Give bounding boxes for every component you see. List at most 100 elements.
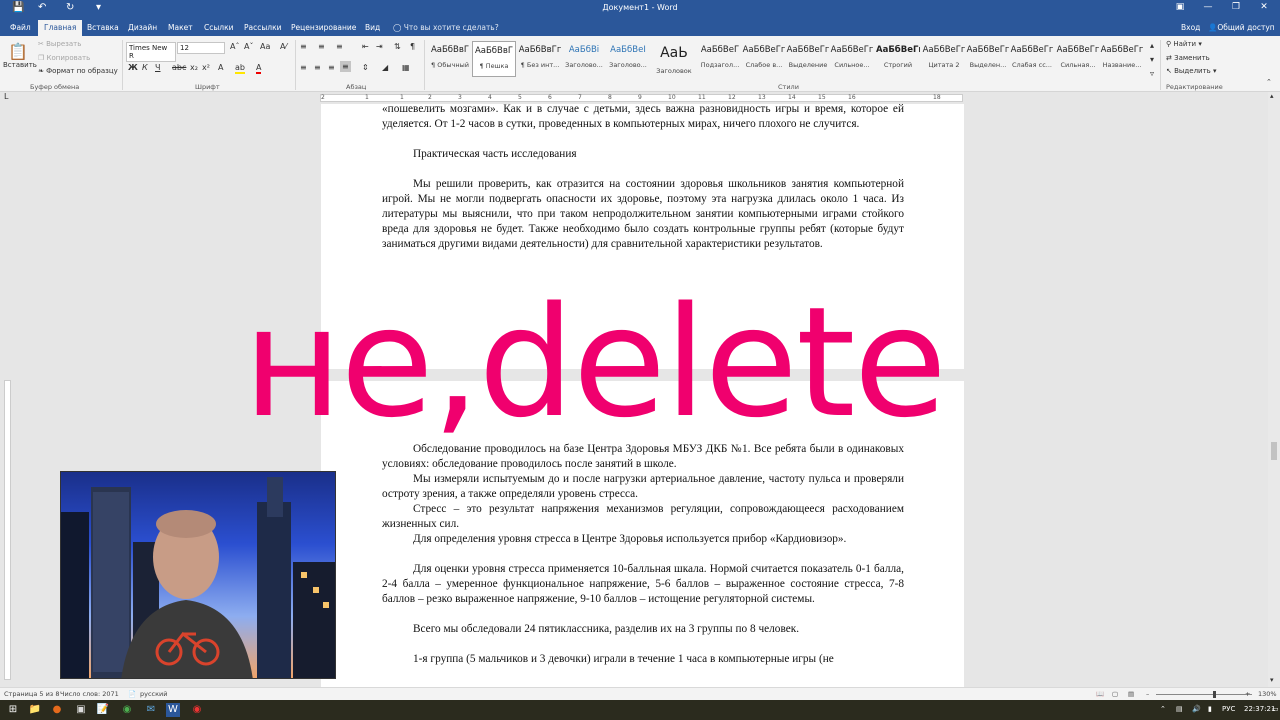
justify-icon[interactable]: ≡ <box>340 61 351 72</box>
tab-review[interactable]: Рецензирование <box>291 23 356 32</box>
style-item[interactable]: АаБбВеГг Выделен... <box>966 41 1010 77</box>
zoom-slider-thumb[interactable] <box>1213 691 1216 698</box>
style-item[interactable]: АаБбВвГ ¶ Пешка <box>472 41 516 77</box>
style-item[interactable]: АаБбВеГг Слабое в... <box>742 41 786 77</box>
zoom-level[interactable]: 130% <box>1258 690 1277 698</box>
bold-icon[interactable]: Ж <box>128 63 138 72</box>
paste-button[interactable]: Вставить <box>3 61 37 69</box>
ribbon-display-icon[interactable]: ▣ <box>1170 2 1190 12</box>
tell-me-search[interactable]: ◯ Что вы хотите сделать? <box>393 23 499 32</box>
horizontal-ruler[interactable]: 2 1 1 2 3 4 5 6 7 8 9 10 11 12 13 14 15 16 18 <box>320 94 963 102</box>
shading-icon[interactable]: ◢ <box>382 63 388 72</box>
windows-start-icon[interactable]: ⊞ <box>6 703 20 717</box>
zoom-out-icon[interactable]: – <box>1146 690 1149 698</box>
text-effects-icon[interactable]: A <box>218 63 223 72</box>
gallery-down-icon[interactable]: ▾ <box>1150 55 1154 64</box>
multilevel-list-icon[interactable]: ≡ <box>336 42 343 51</box>
zoom-slider[interactable] <box>1156 694 1252 695</box>
page-body[interactable]: Обследование проводилось на базе Центра … <box>382 442 904 667</box>
italic-icon[interactable]: К <box>142 63 148 72</box>
vertical-scrollbar[interactable]: ▴ ▾ <box>1268 92 1280 687</box>
style-item[interactable]: АаБбВвГг ¶ Без инт... <box>518 41 562 77</box>
sort-icon[interactable]: ⇅ <box>394 42 401 51</box>
grow-font-icon[interactable]: Aˆ <box>230 42 239 51</box>
chrome-icon[interactable]: ◉ <box>120 703 134 717</box>
sign-in-link[interactable]: Вход <box>1181 23 1200 32</box>
paste-icon[interactable]: 📋 <box>8 42 28 61</box>
highlight-icon[interactable]: ab <box>235 63 245 74</box>
word-count[interactable]: Число слов: 2071 <box>60 690 119 698</box>
print-layout-icon[interactable]: ▢ <box>1112 690 1118 698</box>
numbering-icon[interactable]: ≡ <box>318 42 325 51</box>
style-item[interactable]: АаБбВеГг Строгий <box>876 41 920 77</box>
gallery-up-icon[interactable]: ▴ <box>1150 41 1154 50</box>
shrink-font-icon[interactable]: Aˇ <box>244 42 253 51</box>
zoom-in-icon[interactable]: + <box>1245 690 1250 698</box>
scroll-thumb[interactable] <box>1271 442 1277 460</box>
subscript-icon[interactable]: x₂ <box>190 63 198 72</box>
line-spacing-icon[interactable]: ⇕ <box>362 63 369 72</box>
page-count[interactable]: Страница 5 из 8 <box>4 690 59 698</box>
style-item[interactable]: АаЬ Заголовок <box>652 41 696 77</box>
style-item[interactable]: АаБбВеГ Подзагол... <box>698 41 742 77</box>
tab-selector-icon[interactable]: L <box>4 92 8 101</box>
tab-design[interactable]: Дизайн <box>128 23 157 32</box>
battery-icon[interactable]: ▮ <box>1208 705 1212 713</box>
tab-layout[interactable]: Макет <box>168 23 193 32</box>
tab-references[interactable]: Ссылки <box>204 23 233 32</box>
firefox-icon[interactable]: ● <box>50 703 64 717</box>
language-indicator[interactable]: русский <box>140 690 168 698</box>
decrease-indent-icon[interactable]: ⇤ <box>362 42 369 51</box>
notifications-icon[interactable]: ▭ <box>1272 705 1279 713</box>
superscript-icon[interactable]: x² <box>202 63 210 72</box>
style-item[interactable]: АаБбВі Заголово... <box>562 41 606 77</box>
style-item[interactable]: АаБбВеГг Выделение <box>786 41 830 77</box>
style-item[interactable]: АаБбВеІ Заголово... <box>606 41 650 77</box>
format-painter-button[interactable]: ❧ Формат по образцу <box>38 67 118 75</box>
align-right-icon[interactable]: ≡ <box>328 63 335 72</box>
style-item[interactable]: АаБбВеГг Сильное... <box>830 41 874 77</box>
gallery-more-icon[interactable]: ▿ <box>1150 69 1154 78</box>
web-layout-icon[interactable]: ▤ <box>1128 690 1134 698</box>
replace-button[interactable]: ⇄ Заменить <box>1166 54 1210 62</box>
cut-button[interactable]: ✂ Вырезать <box>38 40 81 48</box>
file-explorer-icon[interactable]: 📁 <box>28 703 42 717</box>
app-icon[interactable]: ▣ <box>74 703 88 717</box>
maximize-button[interactable]: ❐ <box>1226 2 1246 12</box>
record-icon[interactable]: ◉ <box>190 703 204 717</box>
style-item[interactable]: АаБбВеГг Цитата 2 <box>922 41 966 77</box>
find-button[interactable]: ⚲ Найти ▾ <box>1166 40 1202 48</box>
font-family-select[interactable]: Times New R <box>126 42 176 62</box>
tab-insert[interactable]: Вставка <box>87 23 119 32</box>
proofing-icon[interactable]: 📄 <box>128 690 136 698</box>
change-case-icon[interactable]: Aa <box>260 42 270 51</box>
borders-icon[interactable]: ▦ <box>402 63 410 72</box>
page-body[interactable]: «пошевелить мозгами». Как и в случае с д… <box>382 104 904 252</box>
font-color-icon[interactable]: A <box>256 63 262 74</box>
tab-view[interactable]: Вид <box>365 23 380 32</box>
collapse-ribbon-icon[interactable]: ⌃ <box>1266 78 1272 86</box>
network-icon[interactable]: ▤ <box>1176 705 1183 713</box>
scroll-down-icon[interactable]: ▾ <box>1270 676 1274 684</box>
style-item[interactable]: АаБбВвГ ¶ Обычный <box>428 41 472 77</box>
keyboard-language[interactable]: РУС <box>1222 705 1235 713</box>
volume-icon[interactable]: 🔊 <box>1192 705 1201 713</box>
tab-home[interactable]: Главная <box>38 20 83 36</box>
notepad-icon[interactable]: 📝 <box>96 703 110 717</box>
bullets-icon[interactable]: ≡ <box>300 42 307 51</box>
style-item[interactable]: АаБбВеГг Слабая сс... <box>1010 41 1054 77</box>
font-size-select[interactable]: 12 <box>177 42 225 54</box>
tab-file[interactable]: Файл <box>10 23 31 32</box>
style-item[interactable]: АаБбВеГг Сильная... <box>1056 41 1100 77</box>
mail-icon[interactable]: ✉ <box>144 703 158 717</box>
underline-icon[interactable]: Ч <box>155 63 160 72</box>
minimize-button[interactable]: — <box>1198 2 1218 12</box>
close-button[interactable]: ✕ <box>1254 2 1274 12</box>
clock[interactable]: 22:37:21 <box>1244 705 1275 713</box>
pilcrow-icon[interactable]: ¶ <box>410 42 415 51</box>
copy-button[interactable]: ❐ Копировать <box>38 54 90 62</box>
word-taskbar-icon[interactable]: W <box>166 703 180 717</box>
clear-format-icon[interactable]: A⁄ <box>280 42 287 51</box>
read-mode-icon[interactable]: 📖 <box>1096 690 1104 698</box>
align-left-icon[interactable]: ≡ <box>300 63 307 72</box>
